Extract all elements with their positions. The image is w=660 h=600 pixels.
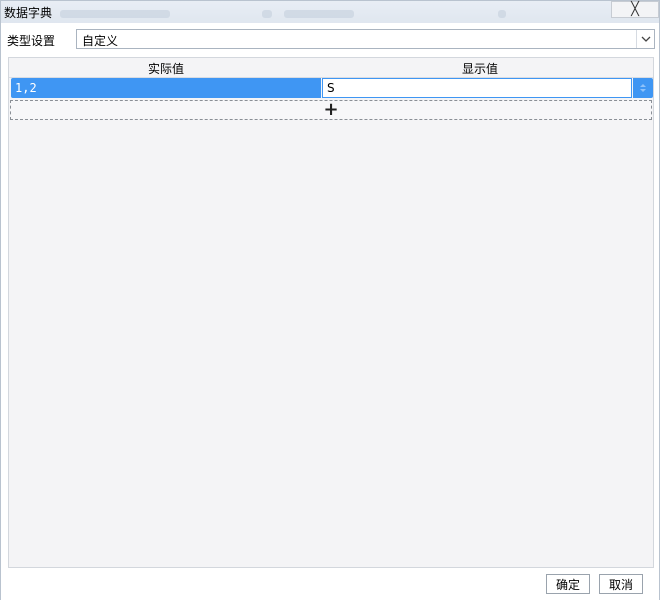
actual-value-cell[interactable]: 1,2 — [11, 78, 321, 98]
table-row[interactable]: 1,2 S — [11, 78, 653, 98]
ok-button[interactable]: 确定 — [546, 574, 590, 594]
column-header-actual-value: 实际值 — [147, 62, 184, 76]
row-spin-button[interactable] — [633, 78, 653, 98]
chevron-down-icon[interactable] — [636, 30, 654, 48]
spin-icon — [640, 84, 646, 92]
dictionary-panel: 实际值 显示值 1,2 S + — [8, 57, 654, 568]
window-title: 数据字典 — [4, 6, 53, 20]
cancel-button[interactable]: 取消 — [599, 574, 643, 594]
add-row-button[interactable]: + — [10, 100, 652, 120]
data-dictionary-dialog: 数据字典 ╳ 类型设置 自定义 实际值 显示值 1,2 S + 确定 取消 — [0, 0, 660, 600]
grid-header: 实际值 显示值 — [9, 58, 653, 78]
close-icon: ╳ — [631, 2, 639, 17]
column-header-display-value: 显示值 — [461, 62, 498, 76]
plus-icon: + — [323, 99, 339, 120]
close-button[interactable]: ╳ — [611, 1, 659, 18]
dialog-footer: 确定 取消 — [1, 574, 659, 598]
type-setting-select[interactable]: 自定义 — [76, 29, 655, 49]
type-setting-label: 类型设置 — [7, 34, 56, 48]
type-setting-row: 类型设置 自定义 — [1, 29, 659, 51]
dialog-body: 类型设置 自定义 实际值 显示值 1,2 S + 确定 取消 — [1, 23, 659, 600]
title-bar[interactable]: 数据字典 ╳ — [1, 1, 659, 23]
type-setting-value: 自定义 — [82, 34, 119, 48]
display-value-cell[interactable]: S — [322, 78, 632, 98]
